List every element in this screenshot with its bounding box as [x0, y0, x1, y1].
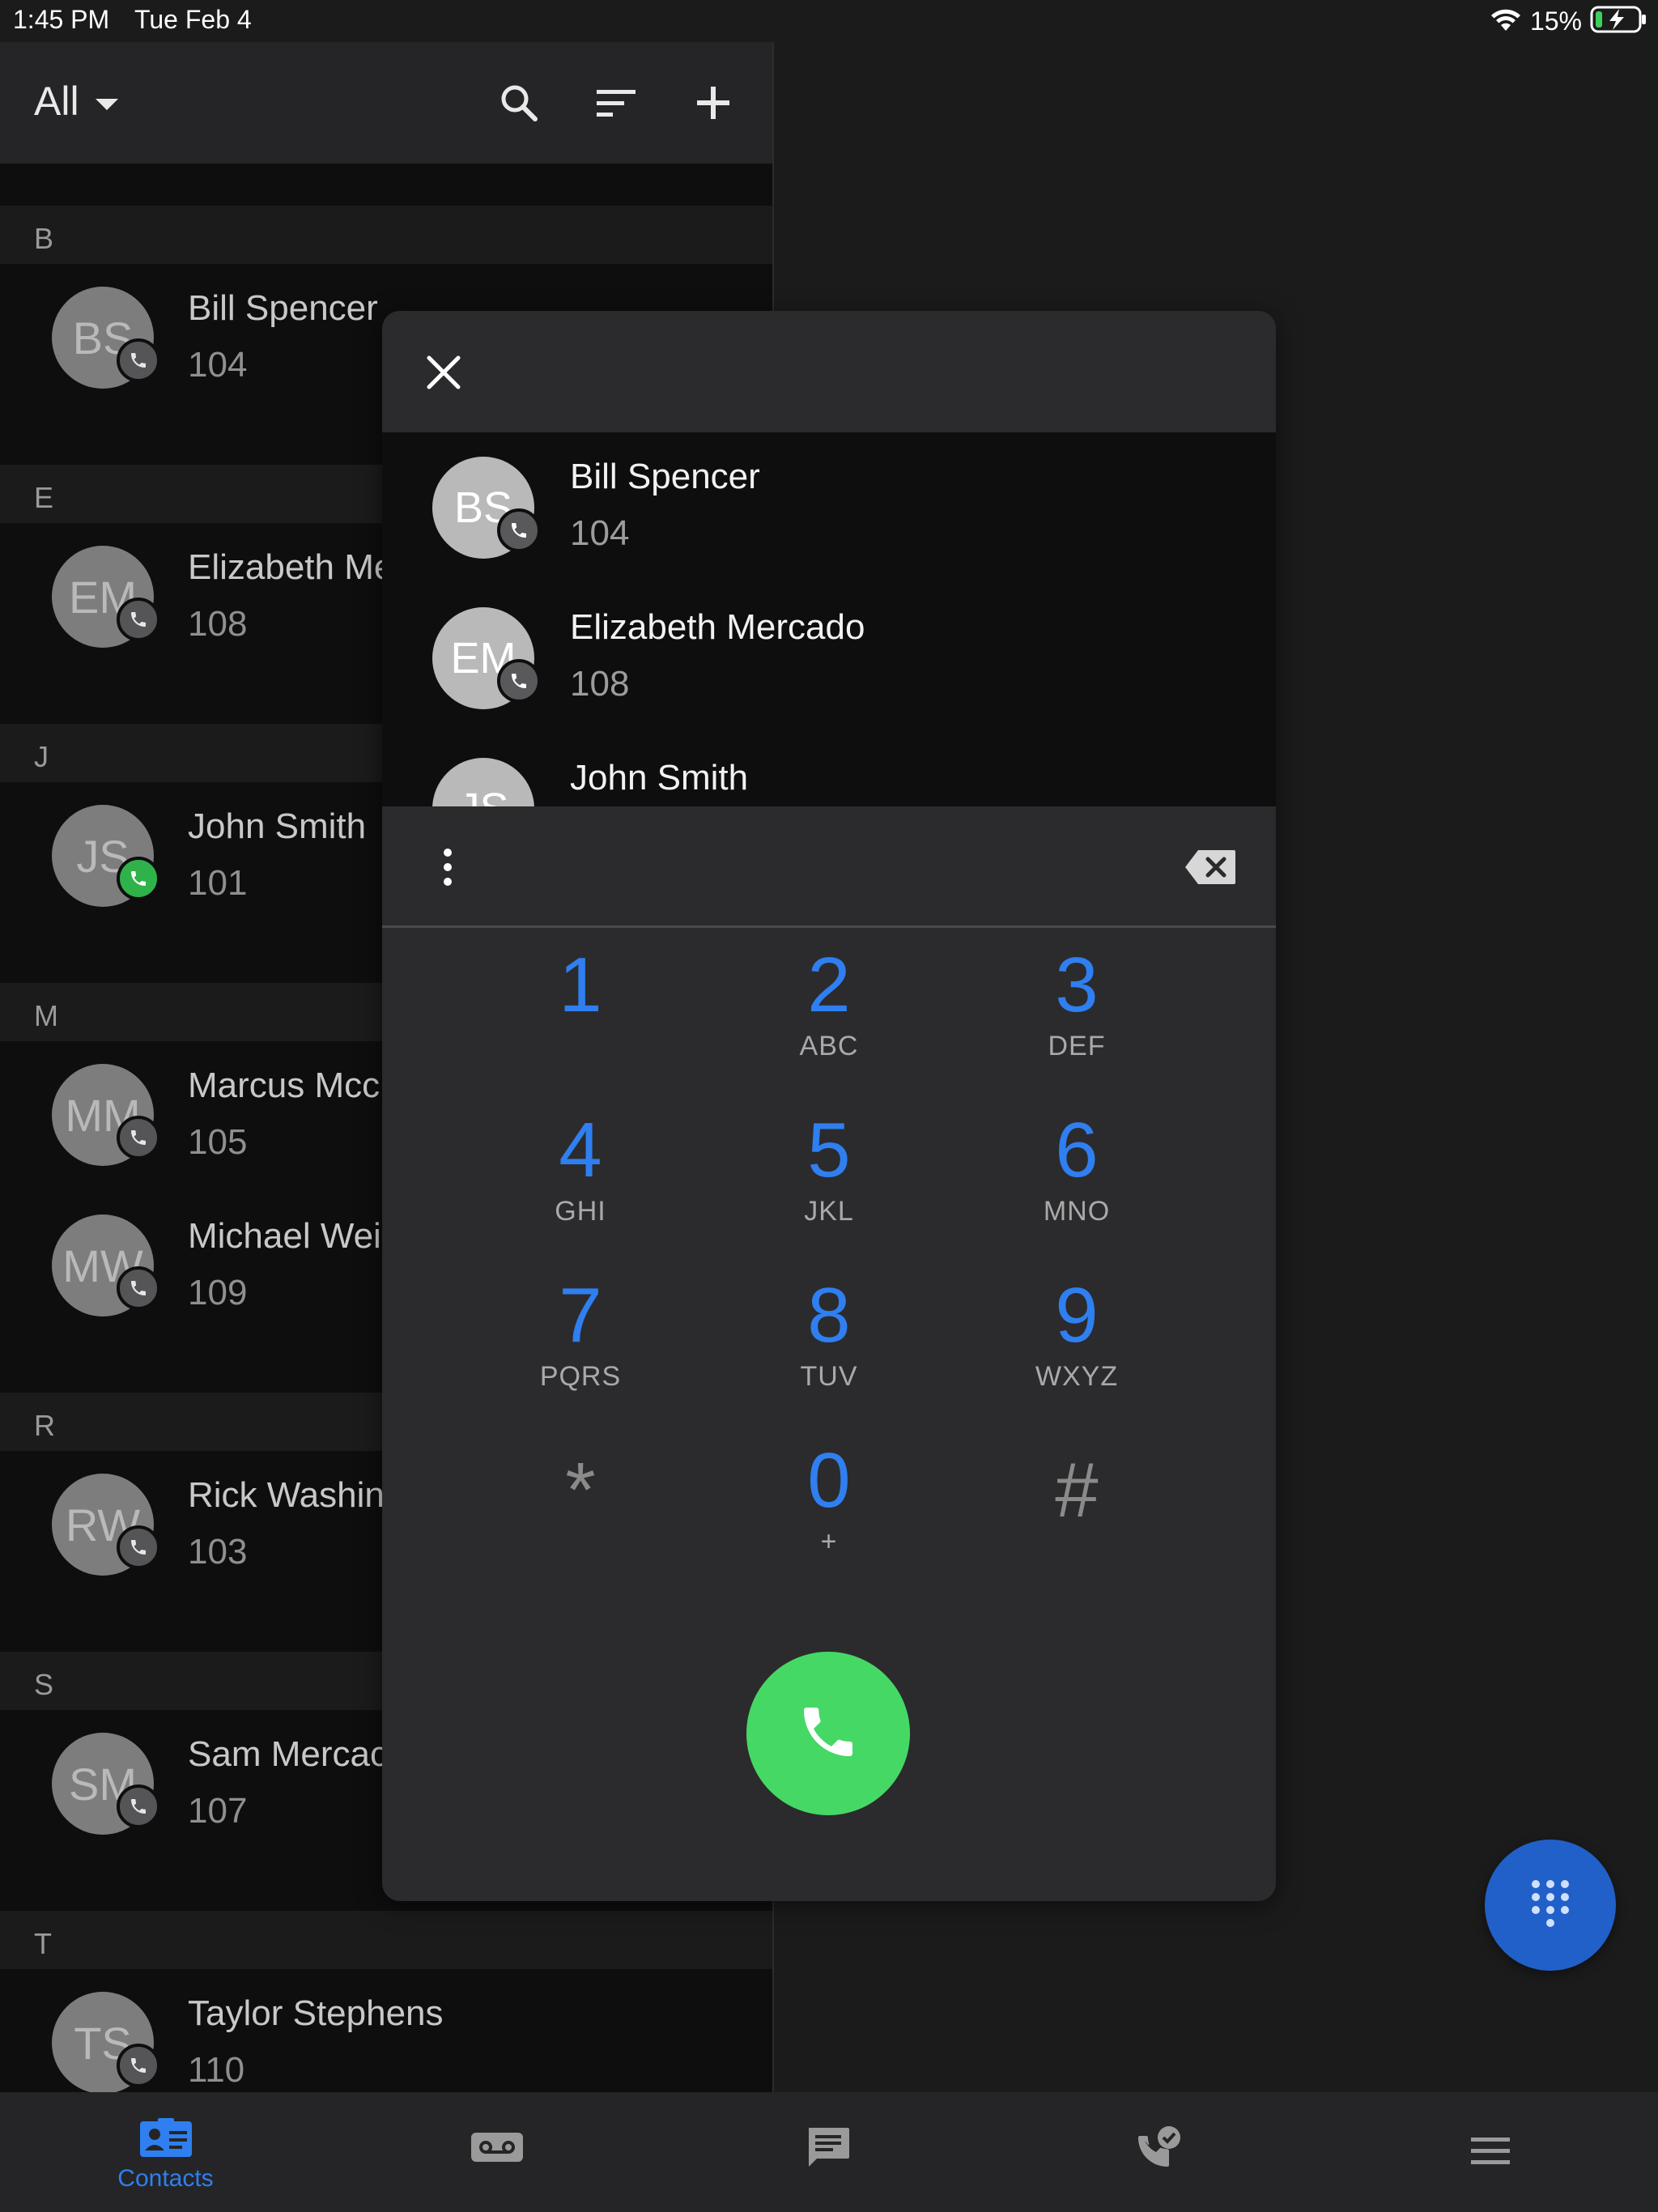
section-header: B — [0, 206, 772, 264]
status-indicators: 15% — [1490, 5, 1648, 37]
sort-icon[interactable] — [591, 78, 641, 128]
phone-icon — [796, 1699, 861, 1768]
dialer-suggestions: BS Bill Spencer 104 EM Elizabeth Mercado… — [382, 432, 1276, 806]
suggestion-name: Elizabeth Mercado — [570, 607, 865, 647]
contact-name: Marcus Mcc — [188, 1066, 380, 1105]
chevron-down-icon[interactable] — [96, 99, 118, 116]
phone-status-icon — [117, 1784, 160, 1828]
contacts-toolbar: All — [0, 42, 772, 164]
phone-status-icon — [117, 1525, 160, 1569]
contact-name: John Smith — [188, 806, 367, 846]
key-hash[interactable]: # — [976, 1426, 1178, 1588]
voicemail-icon — [331, 2131, 662, 2163]
contact-name: Michael Wei — [188, 1216, 381, 1256]
phone-status-icon — [117, 2044, 160, 2087]
key-7[interactable]: 7 PQRS — [479, 1261, 682, 1423]
dialer-modal: BS Bill Spencer 104 EM Elizabeth Mercado… — [382, 311, 1276, 1901]
dialpad-fab[interactable] — [1485, 1840, 1616, 1971]
section-header: T — [0, 1911, 772, 1969]
wifi-icon — [1490, 6, 1522, 36]
suggestion-row[interactable]: EM Elizabeth Mercado 108 — [382, 583, 1276, 734]
contact-name: Bill Spencer — [188, 288, 378, 328]
tab-contacts[interactable]: Contacts — [0, 2092, 331, 2212]
contact-ext: 108 — [188, 604, 248, 644]
key-6[interactable]: 6 MNO — [976, 1095, 1178, 1257]
contact-name: Rick Washin — [188, 1475, 385, 1515]
phone-status-icon — [497, 508, 541, 552]
call-history-icon — [993, 2125, 1324, 2172]
contact-ext: 110 — [188, 2050, 245, 2090]
contact-ext: 104 — [188, 345, 248, 385]
battery-charging-icon — [1590, 5, 1648, 38]
suggestion-name: Bill Spencer — [570, 457, 760, 496]
more-options-icon[interactable] — [436, 842, 460, 892]
contact-row[interactable]: TS Taylor Stephens 110 — [0, 1969, 772, 2092]
chat-icon — [662, 2126, 993, 2170]
key-8[interactable]: 8 TUV — [728, 1261, 930, 1423]
phone-status-icon — [117, 1116, 160, 1159]
key-4[interactable]: 4 GHI — [479, 1095, 682, 1257]
tab-call-history[interactable] — [993, 2092, 1324, 2212]
add-contact-icon[interactable] — [688, 78, 738, 128]
backspace-icon[interactable] — [1184, 849, 1237, 890]
suggestion-name: John Smith — [570, 758, 749, 798]
battery-percent: 15% — [1529, 6, 1582, 36]
key-2[interactable]: 2 ABC — [728, 930, 930, 1092]
contact-name: Sam Mercac — [188, 1734, 388, 1774]
contact-ext: 105 — [188, 1122, 248, 1162]
dialer-header — [382, 311, 1276, 432]
contacts-icon — [0, 2118, 331, 2159]
bottom-tab-bar: Contacts — [0, 2092, 1658, 2212]
phone-status-icon — [117, 598, 160, 641]
app-root: 1:45 PM Tue Feb 4 15% All B BS Bill Spen… — [0, 0, 1658, 2212]
suggestion-ext: 108 — [570, 664, 630, 704]
key-3[interactable]: 3 DEF — [976, 930, 1178, 1092]
filter-dropdown[interactable]: All — [34, 78, 79, 125]
search-icon[interactable] — [494, 78, 544, 128]
suggestion-ext: 104 — [570, 513, 630, 553]
contact-ext: 107 — [188, 1791, 248, 1831]
menu-icon — [1324, 2136, 1656, 2167]
tab-contacts-label: Contacts — [117, 2165, 214, 2192]
contact-ext: 109 — [188, 1273, 248, 1312]
tab-menu[interactable] — [1324, 2092, 1656, 2212]
key-star[interactable]: * — [479, 1426, 682, 1588]
contact-name: Taylor Stephens — [188, 1993, 444, 2033]
tab-messages[interactable] — [662, 2092, 993, 2212]
contact-ext: 103 — [188, 1532, 248, 1572]
status-bar: 1:45 PM Tue Feb 4 15% — [0, 0, 1658, 42]
key-0[interactable]: 0 + — [728, 1426, 930, 1588]
suggestion-row[interactable]: JS John Smith — [382, 734, 1276, 806]
phone-available-icon — [117, 857, 160, 900]
suggestion-row[interactable]: BS Bill Spencer 104 — [382, 432, 1276, 583]
tab-voicemail[interactable] — [331, 2092, 662, 2212]
call-button[interactable] — [746, 1652, 910, 1815]
key-5[interactable]: 5 JKL — [728, 1095, 930, 1257]
key-1[interactable]: 1 — [479, 930, 682, 1092]
contact-ext: 101 — [188, 863, 248, 903]
dial-input[interactable] — [382, 806, 1276, 928]
phone-status-icon — [497, 659, 541, 703]
key-9[interactable]: 9 WXYZ — [976, 1261, 1178, 1423]
status-time: 1:45 PM — [13, 5, 110, 34]
phone-status-icon — [117, 338, 160, 382]
phone-status-icon — [117, 1266, 160, 1310]
avatar: JS — [432, 758, 534, 806]
dialpad-icon — [1529, 1878, 1571, 1933]
close-icon[interactable] — [418, 347, 470, 398]
keypad: 1 2 ABC 3 DEF 4 GHI 5 JKL 6 MNO 7 PQRS 8 TUV 9W… — [382, 930, 1276, 1594]
status-date: Tue Feb 4 — [134, 5, 252, 34]
